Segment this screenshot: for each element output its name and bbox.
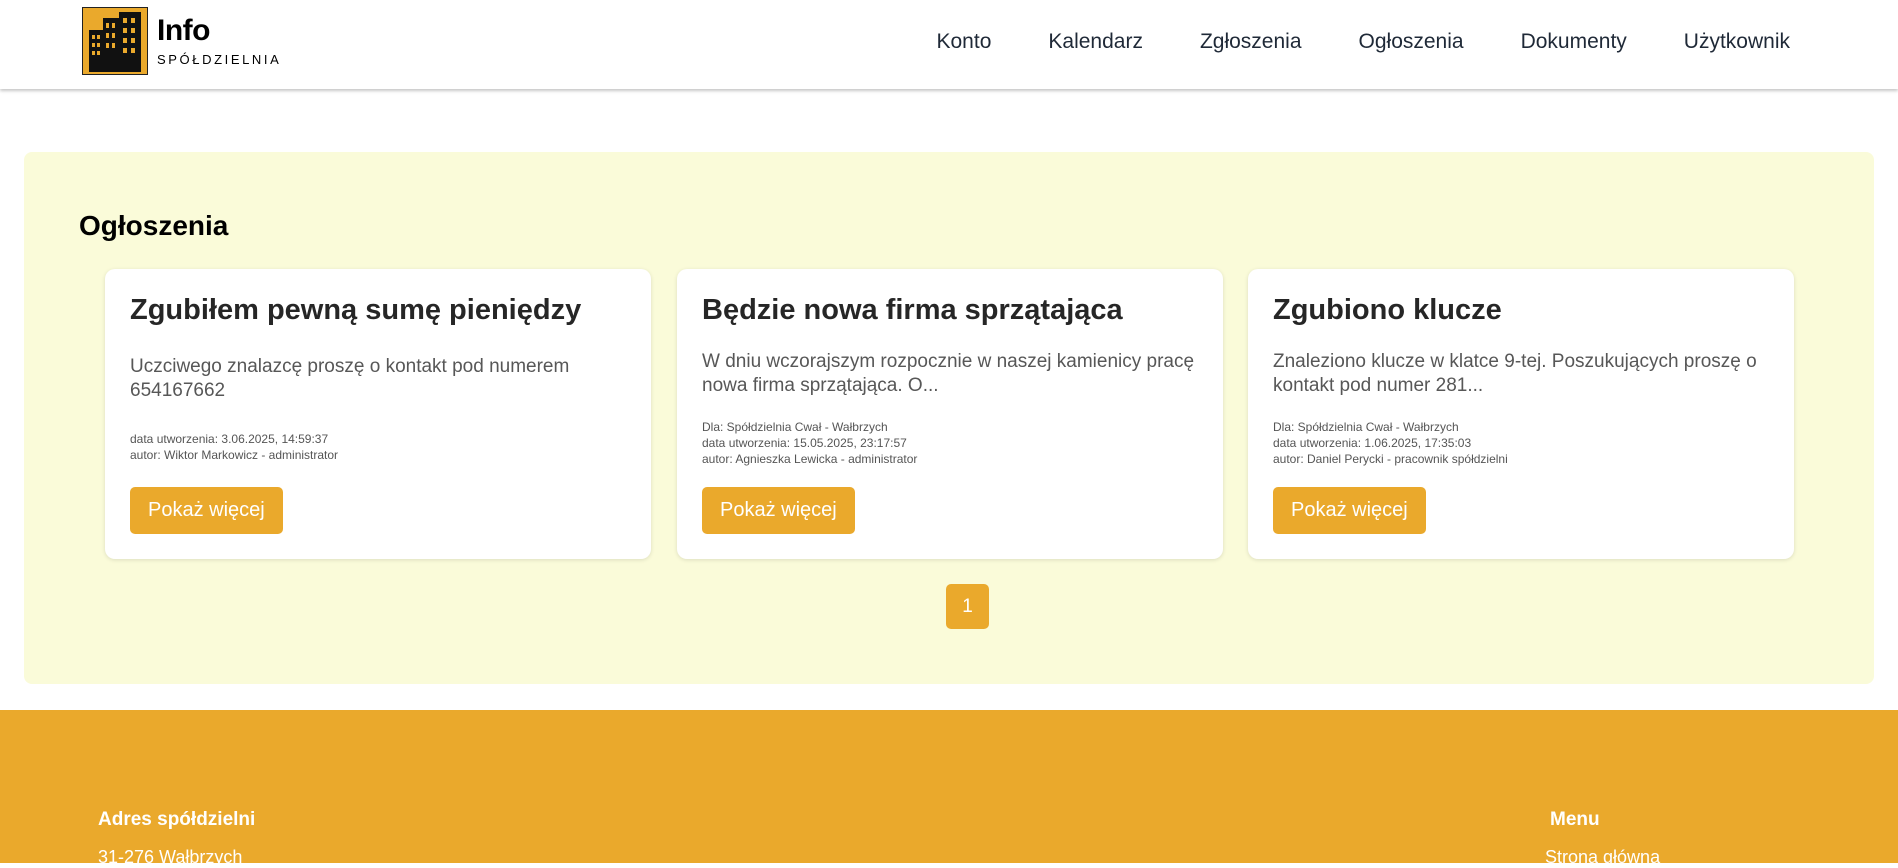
footer-menu-heading: Menu [1550,809,1600,830]
top-header: Info SPÓŁDZIELNIA Konto Kalendarz Zgłosz… [0,0,1898,89]
nav-konto[interactable]: Konto [937,30,992,54]
card-body: Znaleziono klucze w klatce 9-tej. Poszuk… [1273,351,1757,396]
logo-subtitle: SPÓŁDZIELNIA [157,52,282,67]
card-body: W dniu wczorajszym rozpocznie w naszej k… [702,351,1195,396]
card-author: autor: Daniel Perycki - pracownik spółdz… [1273,452,1508,466]
card-created: data utworzenia: 15.05.2025, 23:17:57 [702,436,907,450]
footer-menu-home-link[interactable]: Strona główna [1545,847,1660,868]
card-title: Będzie nowa firma sprzątająca [702,294,1123,326]
nav-zgloszenia[interactable]: Zgłoszenia [1200,30,1302,54]
card-recipient: Dla: Spółdzielnia Cwał - Wałbrzych [1273,420,1459,434]
card-author: autor: Wiktor Markowicz - administrator [130,448,339,462]
card-title: Zgubiono klucze [1273,294,1502,326]
main-nav: Konto Kalendarz Zgłoszenia Ogłoszenia Do… [880,30,1791,54]
footer-address-heading: Adres spółdzielni [98,809,256,830]
announcements-section: Ogłoszenia Zgubiłem pewną sumę pieniędzy… [24,152,1874,684]
building-icon [82,7,148,75]
card-created: data utworzenia: 1.06.2025, 17:35:03 [1273,436,1472,450]
pagination-page-1[interactable]: 1 [946,584,989,629]
logo[interactable]: Info SPÓŁDZIELNIA [82,7,281,75]
card-created: data utworzenia: 3.06.2025, 14:59:37 [130,432,329,446]
logo-title: Info [157,14,210,47]
nav-kalendarz[interactable]: Kalendarz [1048,30,1143,54]
announcement-card: Zgubiono klucze Znaleziono klucze w klat… [1248,269,1794,559]
card-title: Zgubiłem pewną sumę pieniędzy [130,294,582,326]
card-meta: data utworzenia: 3.06.2025, 14:59:37 aut… [130,431,338,463]
show-more-button[interactable]: Pokaż więcej [130,487,283,534]
card-body: Uczciwego znalazcę proszę o kontakt pod … [130,356,570,401]
show-more-button[interactable]: Pokaż więcej [1273,487,1426,534]
nav-uzytkownik[interactable]: Użytkownik [1684,30,1790,54]
show-more-button[interactable]: Pokaż więcej [702,487,855,534]
card-meta: Dla: Spółdzielnia Cwał - Wałbrzych data … [1273,419,1508,467]
card-author: autor: Agnieszka Lewicka - administrator [702,452,918,466]
footer: Adres spółdzielni 31-276 Wałbrzych Menu … [0,710,1898,867]
footer-address-line: 31-276 Wałbrzych [98,847,243,867]
nav-ogloszenia[interactable]: Ogłoszenia [1359,30,1464,54]
card-recipient: Dla: Spółdzielnia Cwał - Wałbrzych [702,420,888,434]
nav-dokumenty[interactable]: Dokumenty [1521,30,1627,54]
card-meta: Dla: Spółdzielnia Cwał - Wałbrzych data … [702,419,917,467]
announcement-card: Zgubiłem pewną sumę pieniędzy Uczciwego … [105,269,651,559]
section-title: Ogłoszenia [79,210,229,241]
announcement-card: Będzie nowa firma sprzątająca W dniu wcz… [677,269,1223,559]
